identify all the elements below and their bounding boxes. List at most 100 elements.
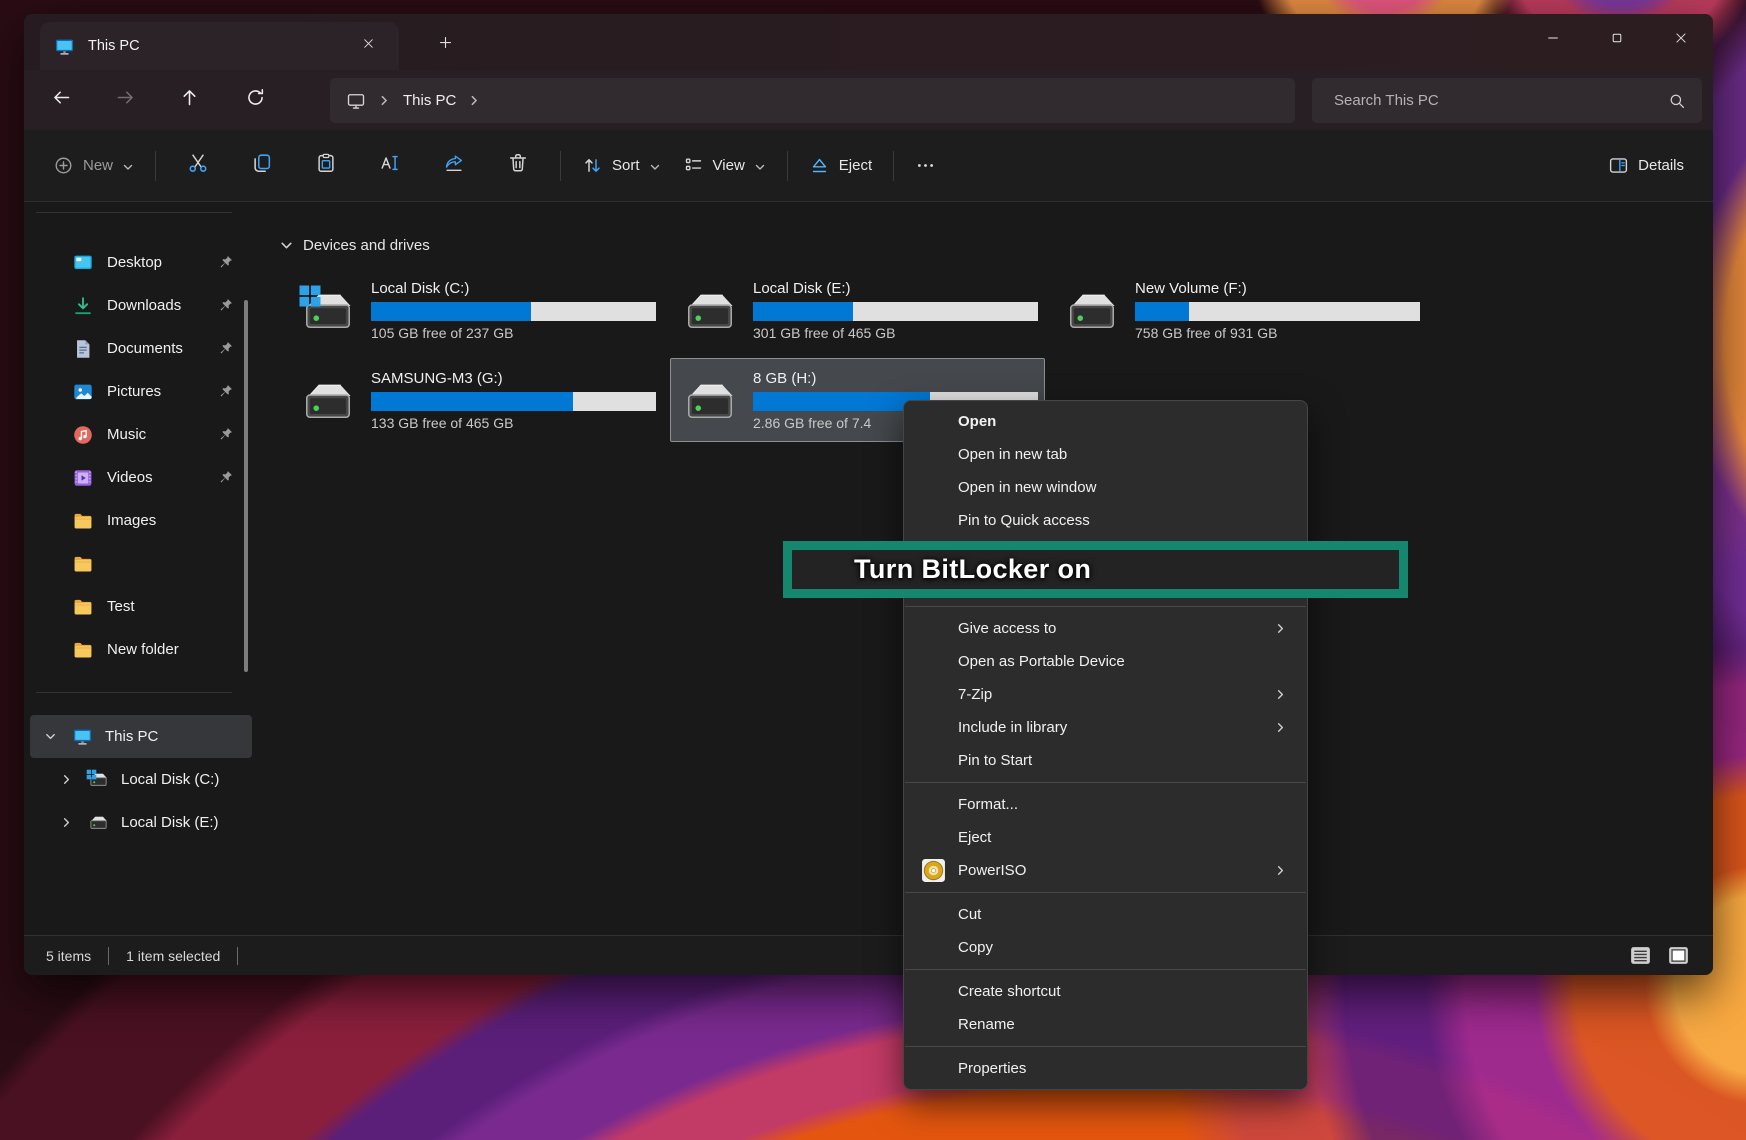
- menu-item-properties[interactable]: Properties: [908, 1052, 1303, 1085]
- tree-item-label: Local Disk (E:): [121, 814, 219, 831]
- menu-separator: [905, 1046, 1306, 1047]
- drive-icon: [299, 377, 357, 424]
- paste-button[interactable]: [294, 143, 358, 189]
- tab-this-pc[interactable]: This PC: [40, 22, 399, 70]
- menu-item-label: Eject: [958, 829, 991, 846]
- tree-item-local-disk-c[interactable]: Local Disk (C:): [30, 758, 252, 801]
- drive-tile-local-disk-e[interactable]: Local Disk (E:)301 GB free of 465 GB: [670, 268, 1045, 352]
- menu-separator: [905, 892, 1306, 893]
- share-button[interactable]: [422, 143, 486, 189]
- eject-button[interactable]: Eject: [798, 146, 883, 185]
- up-button[interactable]: [167, 78, 211, 122]
- rename-button[interactable]: [358, 143, 422, 189]
- copy-button[interactable]: [230, 143, 294, 189]
- ellipsis-icon: [915, 155, 936, 176]
- items-count: 5 items: [46, 948, 91, 964]
- menu-item-poweriso[interactable]: PowerISO: [908, 854, 1303, 887]
- sidebar-item-images[interactable]: Images: [30, 499, 252, 542]
- menu-item-pin-to-quick-access[interactable]: Pin to Quick access: [908, 504, 1303, 537]
- large-icons-view-toggle-icon[interactable]: [1666, 943, 1691, 968]
- menu-item-open[interactable]: Open: [908, 405, 1303, 438]
- drive-icon: [88, 812, 109, 833]
- menu-item-open-as-portable-device[interactable]: Open as Portable Device: [908, 645, 1303, 678]
- tree-item-local-disk-e[interactable]: Local Disk (E:): [30, 801, 252, 844]
- chevron-right-icon: [1274, 688, 1287, 701]
- sidebar-item-label: Desktop: [107, 254, 217, 271]
- delete-button[interactable]: [486, 143, 550, 189]
- sidebar-quick-access: Desktop DownloadsDocumentsPicturesMusicVi…: [24, 241, 258, 671]
- new-button-label: New: [83, 157, 113, 174]
- sidebar-item-downloads[interactable]: Downloads: [30, 284, 252, 327]
- chevron-down-icon[interactable]: [279, 238, 294, 253]
- search-box: [1312, 78, 1702, 123]
- sidebar-item-videos[interactable]: Videos: [30, 456, 252, 499]
- menu-item-format[interactable]: Format...: [908, 788, 1303, 821]
- menu-item-cut[interactable]: Cut: [908, 898, 1303, 931]
- menu-item-create-shortcut[interactable]: Create shortcut: [908, 975, 1303, 1008]
- minimize-button[interactable]: [1521, 14, 1585, 66]
- more-options-button[interactable]: [904, 146, 947, 185]
- menu-item-label: Open: [958, 413, 996, 430]
- search-input[interactable]: [1334, 92, 1668, 109]
- poweriso-disc-icon: [921, 858, 946, 883]
- cut-button[interactable]: [166, 143, 230, 189]
- menu-item-label: Properties: [958, 1060, 1026, 1077]
- tab-title: This PC: [88, 38, 355, 54]
- sidebar-item-desktop[interactable]: Desktop: [30, 241, 252, 284]
- pictures-icon: [72, 381, 94, 403]
- sort-button[interactable]: Sort: [571, 146, 672, 185]
- sidebar-item-test[interactable]: Test: [30, 585, 252, 628]
- new-button[interactable]: New: [42, 146, 145, 185]
- breadcrumb[interactable]: This PC: [403, 92, 456, 109]
- bitlocker-annotation-box: Turn BitLocker on: [783, 541, 1408, 598]
- address-bar[interactable]: This PC: [330, 78, 1295, 123]
- sidebar-item-new-folder[interactable]: New folder: [30, 628, 252, 671]
- menu-item-turn-bitlocker-on[interactable]: Turn BitLocker on: [854, 554, 1091, 585]
- drive-usage-bar: [371, 302, 656, 321]
- new-tab-button[interactable]: [428, 28, 462, 62]
- sidebar-item-pictures[interactable]: Pictures: [30, 370, 252, 413]
- menu-item-eject[interactable]: Eject: [908, 821, 1303, 854]
- sidebar-divider: [36, 692, 232, 693]
- back-button[interactable]: [39, 78, 83, 122]
- menu-item-copy[interactable]: Copy: [908, 931, 1303, 964]
- drive-icon: [1063, 287, 1121, 334]
- chevron-right-icon[interactable]: [60, 773, 73, 786]
- chevron-down-icon: [649, 160, 661, 172]
- menu-item-pin-to-start[interactable]: Pin to Start: [908, 744, 1303, 777]
- drive-tile-samsung-m3-g[interactable]: SAMSUNG-M3 (G:)133 GB free of 465 GB: [288, 358, 663, 442]
- sidebar-scrollbar[interactable]: [244, 300, 248, 672]
- chevron-down-icon[interactable]: [44, 730, 57, 743]
- drive-usage-bar: [753, 302, 1038, 321]
- tab-strip: This PC: [24, 14, 1713, 70]
- drive-tile-new-volume-f[interactable]: New Volume (F:)758 GB free of 931 GB: [1052, 268, 1427, 352]
- close-button[interactable]: [1649, 14, 1713, 66]
- menu-item-label: Create shortcut: [958, 983, 1061, 1000]
- menu-item-open-in-new-tab[interactable]: Open in new tab: [908, 438, 1303, 471]
- maximize-button[interactable]: [1585, 14, 1649, 66]
- forward-button[interactable]: [103, 78, 147, 122]
- drive-usage-bar: [371, 392, 656, 411]
- details-view-toggle-icon[interactable]: [1628, 943, 1653, 968]
- view-button[interactable]: View: [672, 146, 777, 185]
- details-button[interactable]: Details: [1597, 146, 1695, 185]
- menu-item-include-in-library[interactable]: Include in library: [908, 711, 1303, 744]
- sidebar-item-folder[interactable]: [30, 542, 252, 585]
- menu-item-give-access-to[interactable]: Give access to: [908, 612, 1303, 645]
- refresh-button[interactable]: [233, 78, 277, 122]
- tree-item-label: This PC: [105, 728, 158, 745]
- sidebar-item-label: New folder: [107, 641, 252, 658]
- drive-tile-local-disk-c[interactable]: Local Disk (C:)105 GB free of 237 GB: [288, 268, 663, 352]
- tab-close-icon[interactable]: [355, 33, 381, 59]
- menu-item-label: 7-Zip: [958, 686, 992, 703]
- view-icon: [683, 155, 704, 176]
- menu-item-rename[interactable]: Rename: [908, 1008, 1303, 1041]
- menu-item-7-zip[interactable]: 7-Zip: [908, 678, 1303, 711]
- menu-item-open-in-new-window[interactable]: Open in new window: [908, 471, 1303, 504]
- sidebar-item-music[interactable]: Music: [30, 413, 252, 456]
- sidebar-item-documents[interactable]: Documents: [30, 327, 252, 370]
- chevron-right-icon[interactable]: [60, 816, 73, 829]
- menu-item-label: Pin to Start: [958, 752, 1032, 769]
- tree-item-this-pc[interactable]: This PC: [30, 715, 252, 758]
- menu-item-label: Copy: [958, 939, 993, 956]
